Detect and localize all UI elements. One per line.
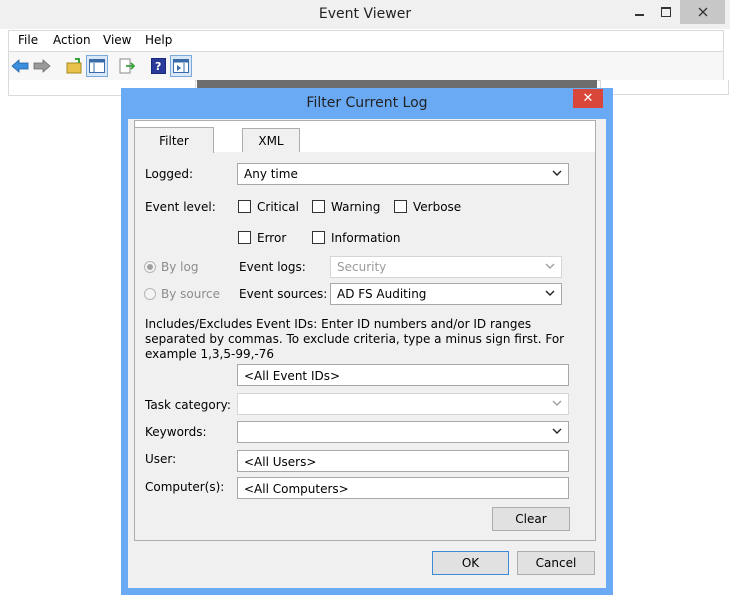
by-log-label: By log [161, 260, 199, 274]
menu-file[interactable]: File [18, 33, 38, 47]
event-viewer-titlebar: Event Viewer [0, 0, 730, 29]
task-category-combo[interactable] [237, 393, 569, 415]
cancel-button[interactable]: Cancel [517, 551, 595, 575]
computer-input[interactable]: <All Computers> [237, 477, 569, 499]
forward-button[interactable] [31, 55, 53, 77]
error-label: Error [257, 231, 287, 245]
warning-label: Warning [331, 200, 381, 214]
event-sources-value: AD FS Auditing [337, 287, 427, 301]
help-icon: ? [150, 58, 166, 74]
chevron-down-icon [545, 263, 555, 269]
task-category-label: Task category: [145, 398, 231, 412]
menu-bar: File Action View Help [8, 30, 724, 51]
up-button[interactable] [63, 55, 85, 77]
keywords-label: Keywords: [145, 425, 207, 439]
by-log-radio[interactable] [144, 261, 156, 273]
export-button[interactable] [116, 55, 138, 77]
actions-pane [600, 80, 729, 95]
information-checkbox[interactable] [312, 231, 325, 244]
by-source-radio[interactable] [144, 288, 156, 300]
computer-value: <All Computers> [244, 482, 349, 496]
back-button[interactable] [9, 55, 31, 77]
information-label: Information [331, 231, 401, 245]
toolbar: ? [8, 51, 724, 81]
forward-icon [33, 59, 51, 73]
dialog-title: Filter Current Log [306, 95, 428, 111]
chevron-down-icon [552, 428, 562, 434]
event-id-description: Includes/Excludes Event IDs: Enter ID nu… [145, 317, 565, 361]
verbose-label: Verbose [413, 200, 462, 214]
tab-xml[interactable]: XML [242, 128, 300, 152]
event-logs-value: Security [337, 260, 387, 274]
event-logs-combo[interactable]: Security [330, 256, 562, 278]
logged-label: Logged: [145, 167, 194, 181]
close-icon: ✕ [582, 91, 594, 106]
export-icon [119, 58, 135, 74]
chevron-down-icon [545, 290, 555, 296]
dialog-close-button[interactable]: ✕ [573, 89, 603, 108]
console-tree-button[interactable] [86, 55, 108, 77]
critical-label: Critical [257, 200, 299, 214]
critical-checkbox[interactable] [238, 200, 251, 213]
maximize-icon [661, 7, 671, 17]
logged-combo[interactable]: Any time [237, 163, 569, 185]
user-input[interactable]: <All Users> [237, 450, 569, 472]
window-close-button[interactable] [680, 0, 725, 24]
event-sources-label: Event sources: [239, 287, 328, 301]
warning-checkbox[interactable] [312, 200, 325, 213]
event-logs-label: Event logs: [239, 260, 306, 274]
logged-value: Any time [244, 167, 298, 181]
chevron-down-icon [552, 170, 562, 176]
svg-text:?: ? [155, 60, 161, 73]
menu-view[interactable]: View [103, 33, 131, 47]
by-source-label: By source [161, 287, 220, 301]
error-checkbox[interactable] [238, 231, 251, 244]
keywords-combo[interactable] [237, 421, 569, 443]
close-icon [698, 7, 707, 17]
tab-filter[interactable]: Filter [134, 127, 214, 153]
event-ids-value: <All Event IDs> [244, 369, 341, 383]
ok-button[interactable]: OK [432, 551, 509, 575]
verbose-checkbox[interactable] [394, 200, 407, 213]
event-sources-combo[interactable]: AD FS Auditing [330, 283, 562, 305]
computer-label: Computer(s): [145, 480, 225, 494]
minimize-icon [634, 14, 644, 16]
clear-button[interactable]: Clear [492, 507, 570, 531]
open-folder-icon [66, 58, 82, 74]
back-icon [11, 59, 29, 73]
menu-help[interactable]: Help [145, 33, 172, 47]
menu-action[interactable]: Action [53, 33, 91, 47]
chevron-down-icon [552, 400, 562, 406]
event-level-label: Event level: [145, 200, 216, 214]
action-pane-icon [173, 59, 189, 73]
action-pane-button[interactable] [170, 55, 192, 77]
user-label: User: [145, 452, 177, 466]
console-tree-icon [89, 59, 105, 73]
user-value: <All Users> [244, 455, 317, 469]
event-ids-input[interactable]: <All Event IDs> [237, 364, 569, 386]
help-button[interactable]: ? [147, 55, 169, 77]
